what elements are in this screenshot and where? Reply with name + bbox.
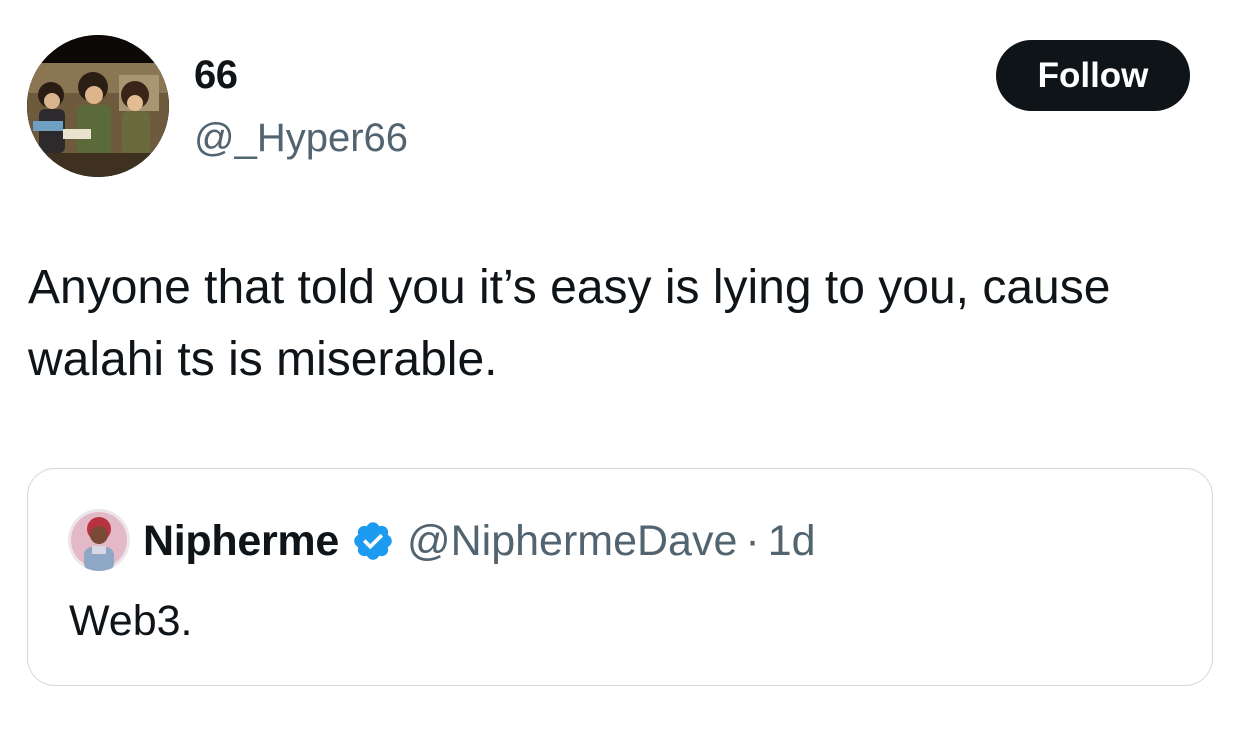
quoted-author-avatar[interactable] xyxy=(68,509,130,571)
quoted-tweet-text: Web3. xyxy=(69,597,193,645)
author-avatar-image xyxy=(27,35,169,177)
quoted-tweet-timestamp[interactable]: 1d xyxy=(768,517,816,566)
quoted-author-handle[interactable]: @NiphermeDave xyxy=(407,517,737,566)
author-handle[interactable]: @_Hyper66 xyxy=(194,113,408,163)
quoted-avatar-image xyxy=(68,509,130,571)
quoted-tweet-header: Nipherme @NiphermeDave · 1d xyxy=(143,513,816,569)
verified-badge-icon xyxy=(354,522,392,560)
tweet-text: Anyone that told you it’s easy is lying … xyxy=(28,261,1111,386)
quoted-tweet-card[interactable]: Nipherme @NiphermeDave · 1d Web3. xyxy=(27,468,1213,686)
author-display-name[interactable]: 66 xyxy=(194,50,238,100)
quoted-author-display-name[interactable]: Nipherme xyxy=(143,517,339,566)
separator-dot: · xyxy=(745,516,760,565)
follow-button[interactable]: Follow xyxy=(996,40,1190,111)
author-avatar[interactable] xyxy=(27,35,169,177)
